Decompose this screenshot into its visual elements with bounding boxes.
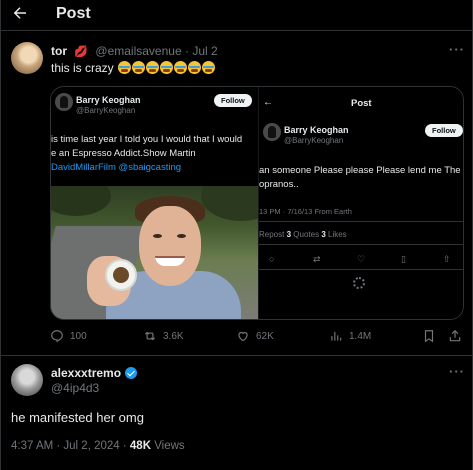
eye xyxy=(177,234,186,238)
views-button[interactable]: 1.4M xyxy=(329,329,371,343)
author-handle[interactable]: @emailsavenue xyxy=(95,44,181,58)
author-name[interactable]: alexxxtremo xyxy=(51,366,121,380)
lips-icon: 💋 xyxy=(74,46,89,58)
arrow-left-icon: ← xyxy=(263,97,273,108)
author-handle[interactable]: @4ip4d3 xyxy=(51,381,99,395)
like-count: 62K xyxy=(256,330,274,342)
embedded-author-name: Barry Keoghan xyxy=(284,125,349,135)
avatar xyxy=(263,123,281,141)
author-name[interactable]: tor xyxy=(51,44,67,58)
loudly-crying-face-icon xyxy=(202,61,216,74)
loudly-crying-face-icon xyxy=(160,61,174,74)
avatar[interactable] xyxy=(11,364,43,396)
views-label: Views xyxy=(154,440,185,452)
tweet-media[interactable]: Barry Keoghan @BarryKeoghan Follow is ti… xyxy=(50,86,464,320)
view-count: 48K xyxy=(129,440,152,452)
arrow-left-icon[interactable] xyxy=(11,4,29,22)
tweet-meta: 4:37 AM · Jul 2, 2024 · 48K Views xyxy=(11,440,185,452)
tweet-text-content: this is crazy xyxy=(51,61,114,75)
tweet-date[interactable]: Jul 2 xyxy=(192,44,217,58)
view-count: 1.4M xyxy=(349,330,372,342)
eye xyxy=(153,234,162,238)
loudly-crying-face-icon xyxy=(146,61,160,74)
likes-label: Likes xyxy=(328,230,347,239)
author-name-row: alexxxtremo xyxy=(51,366,138,380)
follow-button: Follow xyxy=(214,94,252,107)
post-header: Post xyxy=(1,0,473,30)
face xyxy=(139,206,201,286)
reposts-count: 3 xyxy=(286,230,292,239)
timeline-column: Post tor 💋 @emailsavenue · Jul 2 ··· thi… xyxy=(0,0,473,470)
header-divider xyxy=(1,30,473,31)
bookmark-icon: ▯ xyxy=(401,254,406,264)
heart-icon xyxy=(238,331,248,342)
embedded-text-line: opranos.. xyxy=(259,179,299,190)
loudly-crying-face-icon xyxy=(118,61,132,74)
more-dots-icon[interactable]: ··· xyxy=(449,42,465,57)
loudly-crying-face-icon xyxy=(174,61,188,74)
bookmark-icon xyxy=(424,330,434,343)
embedded-author-handle: @BarryKeoghan xyxy=(76,106,136,115)
tweet-text: this is crazy xyxy=(51,61,216,75)
embedded-stats: Repost 3 Quotes 3 Likes xyxy=(259,230,347,239)
tweet-divider xyxy=(1,355,473,356)
repost-icon xyxy=(144,331,156,341)
tweet-actions: 100 3.6K 62K 1.4M xyxy=(50,329,464,347)
reply-icon: ○ xyxy=(269,254,275,264)
avatar[interactable] xyxy=(11,42,43,74)
share-icon xyxy=(449,329,461,342)
like-icon: ♡ xyxy=(357,254,366,264)
reply-icon xyxy=(51,330,63,343)
reposts-label: Repost xyxy=(259,230,285,239)
bookmark-button[interactable] xyxy=(422,329,436,343)
more-dots-icon[interactable]: ··· xyxy=(449,364,465,379)
embedded-author-handle: @BarryKeoghan xyxy=(284,136,344,145)
analytics-icon xyxy=(331,331,342,341)
loading-spinner-icon xyxy=(353,277,365,289)
page-title: Post xyxy=(56,5,91,22)
embedded-author-name: Barry Keoghan xyxy=(76,95,141,105)
quotes-count: 3 xyxy=(321,230,326,239)
embedded-page-title: Post xyxy=(351,98,372,109)
follow-button: Follow xyxy=(425,124,463,137)
photo xyxy=(51,186,258,319)
tree xyxy=(51,186,111,216)
divider xyxy=(259,221,463,222)
repost-button[interactable]: 3.6K xyxy=(143,329,184,343)
reply-button[interactable]: 100 xyxy=(50,329,87,343)
like-button[interactable]: 62K xyxy=(236,329,274,343)
share-button[interactable] xyxy=(448,329,462,343)
embedded-text-line: an someone Please please Please lend me … xyxy=(259,165,461,176)
tweet-author-row: tor 💋 @emailsavenue · Jul 2 xyxy=(51,44,218,58)
tweet-timestamp[interactable]: 4:37 AM · Jul 2, 2024 · xyxy=(11,440,127,452)
avatar xyxy=(55,93,73,111)
tweet-text: he manifested her omg xyxy=(11,410,144,425)
loudly-crying-face-icon xyxy=(188,61,202,74)
repost-count: 3.6K xyxy=(163,330,184,342)
repost-icon: ⇄ xyxy=(313,254,321,264)
divider xyxy=(259,269,463,270)
screenshot-right: ← Post Barry Keoghan @BarryKeoghan Follo… xyxy=(258,87,463,319)
reply-count: 100 xyxy=(70,330,87,342)
embedded-mentions: DavidMillarFilm @sbaigcasting xyxy=(51,162,182,173)
verified-badge-icon xyxy=(125,367,138,379)
tree xyxy=(201,186,258,221)
embedded-text-line: e an Espresso Addict.Show Martin xyxy=(51,148,196,159)
loudly-crying-face-icon xyxy=(132,61,146,74)
embedded-timestamp: 13 PM · 7/16/13 From Earth xyxy=(259,207,352,216)
quotes-label: Quotes xyxy=(293,230,320,239)
divider xyxy=(259,244,463,245)
embedded-text-line: is time last year I told you I would tha… xyxy=(51,134,243,145)
share-icon: ⇧ xyxy=(443,254,451,264)
espresso-cup xyxy=(105,259,137,291)
screenshot-left: Barry Keoghan @BarryKeoghan Follow is ti… xyxy=(51,87,258,319)
